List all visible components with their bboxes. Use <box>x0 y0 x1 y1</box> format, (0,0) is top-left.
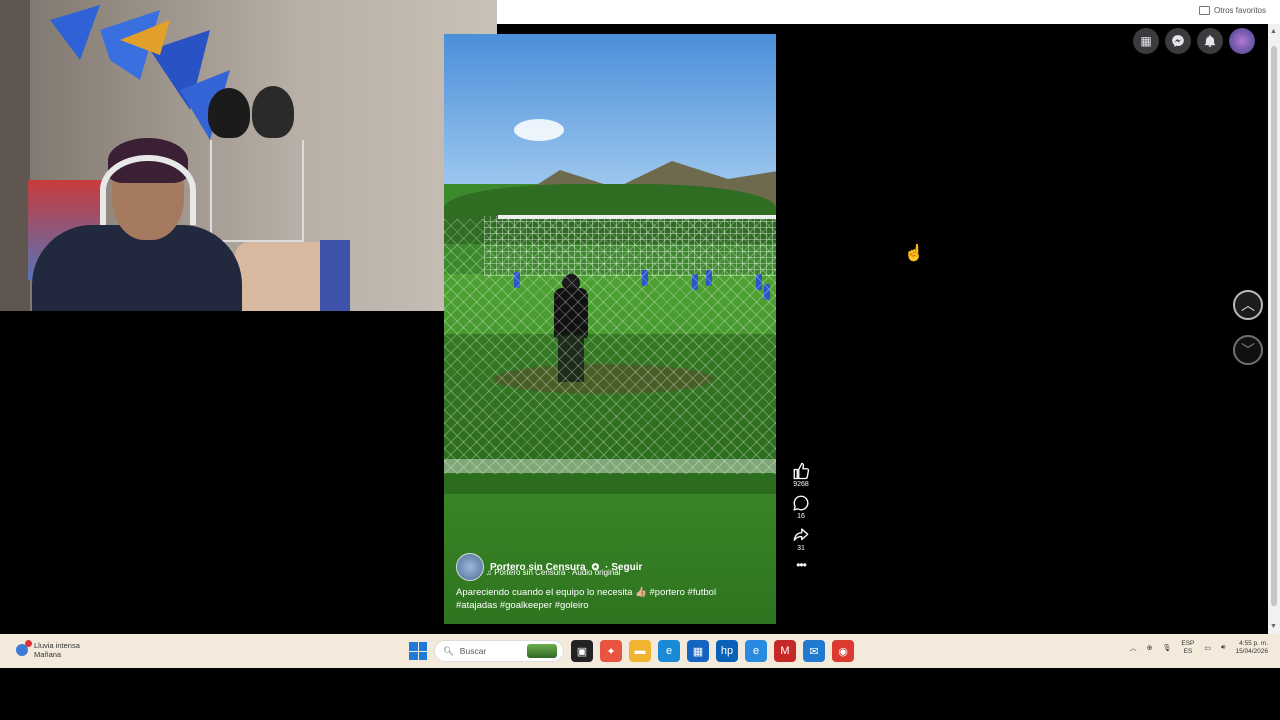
weather-condition: Lluvia intensa <box>34 641 80 650</box>
webcam-helmet-right <box>252 86 294 138</box>
file-explorer-icon[interactable]: ▬ <box>629 640 651 662</box>
taskbar-search[interactable]: 🔍︎ Buscar <box>434 640 564 662</box>
letterbox-bottom <box>0 668 1280 720</box>
share-icon <box>793 528 809 541</box>
display-icon[interactable]: ▭ <box>1204 644 1211 652</box>
keyboard-region: ES <box>1183 648 1193 655</box>
comment-count: 16 <box>797 513 805 520</box>
microphone-icon[interactable]: 🎙︎ <box>1163 644 1172 652</box>
reel-actions: 9268 16 31 ••• <box>786 462 816 572</box>
post-caption: Apareciendo cuando el equipo lo necesita… <box>456 587 717 611</box>
clock-time: 4:55 p. m. <box>1239 640 1268 647</box>
like-button[interactable]: 9268 <box>786 462 816 488</box>
like-icon <box>793 462 810 480</box>
other-favorites-label: Otros favoritos <box>1213 6 1266 15</box>
webcam-chair-side <box>320 240 350 311</box>
comment-button[interactable]: 16 <box>786 494 816 520</box>
chevron-down-icon: ﹀ <box>1241 342 1255 358</box>
other-favorites-link[interactable]: Otros favoritos <box>1198 6 1266 15</box>
creator-avatar[interactable] <box>456 553 484 581</box>
weather-widget[interactable]: Lluvia intensa Mañana <box>16 640 80 659</box>
windows-taskbar: Lluvia intensa Mañana 🔍︎ Buscar ▣ ✦ ▬ e … <box>0 634 1280 668</box>
messenger-icon[interactable] <box>1165 28 1191 54</box>
clock-date: 15/04/2026 <box>1235 648 1268 655</box>
profile-avatar[interactable] <box>1229 28 1255 54</box>
webcam-shelf <box>210 140 304 242</box>
hp-icon[interactable]: hp <box>716 640 738 662</box>
language-indicator[interactable]: ESP ES <box>1181 640 1194 656</box>
share-button[interactable]: 31 <box>786 526 816 552</box>
audio-label[interactable]: ♫ Portero sin Censura · Audio original <box>486 568 621 577</box>
share-count: 31 <box>797 545 805 552</box>
clock[interactable]: 4:55 p. m. 15/04/2026 <box>1235 640 1268 656</box>
previous-reel-button[interactable]: ︿ <box>1233 290 1263 320</box>
scroll-down-arrow-icon[interactable]: ▼ <box>1270 623 1277 630</box>
network-icon[interactable]: ⊕ <box>1147 644 1153 652</box>
scroll-thumb[interactable] <box>1271 46 1277 606</box>
chevron-up-icon: ︿ <box>1241 297 1255 313</box>
language-code: ESP <box>1181 640 1195 647</box>
webcam-helmet-left <box>208 88 250 138</box>
video-goal-net <box>444 219 776 474</box>
search-placeholder: Buscar <box>459 646 487 656</box>
scroll-up-arrow-icon[interactable]: ▲ <box>1270 28 1277 35</box>
search-icon: 🔍︎ <box>443 645 454 656</box>
weather-day: Mañana <box>34 650 62 659</box>
mail-icon[interactable]: ✉ <box>803 640 825 662</box>
chrome-icon[interactable]: ◉ <box>832 640 854 662</box>
grid-icon[interactable]: ▦ <box>1133 28 1159 54</box>
more-options-button[interactable]: ••• <box>786 558 816 572</box>
page-scrollbar[interactable]: ▲ ▼ <box>1268 24 1280 634</box>
reel-video[interactable] <box>444 34 776 624</box>
task-view-icon[interactable]: ▣ <box>571 640 593 662</box>
header-icons: ▦ <box>1133 28 1255 54</box>
windows-icon[interactable] <box>409 642 427 660</box>
hand-cursor-icon: ☝ <box>904 245 924 262</box>
folder-icon <box>1198 6 1210 15</box>
video-sky <box>444 34 776 184</box>
system-tray: ︿ ⊕ 🎙︎ ESP ES ▭ 🔊︎ 4:55 p. m. 15/04/2026 <box>1130 640 1268 656</box>
headset-icon <box>100 155 196 225</box>
browser-bookmarks-bar: Otros favoritos <box>497 0 1280 24</box>
video-cloud <box>514 119 564 141</box>
mcafee-icon[interactable]: M <box>774 640 796 662</box>
copilot-icon[interactable]: ✦ <box>600 640 622 662</box>
webcam-door <box>0 0 30 311</box>
bell-icon[interactable] <box>1197 28 1223 54</box>
webcam-overlay <box>0 0 497 311</box>
store-icon[interactable]: ▦ <box>687 640 709 662</box>
search-highlight-image <box>527 644 557 658</box>
edge-dev-icon[interactable]: e <box>745 640 767 662</box>
next-reel-button[interactable]: ﹀ <box>1233 335 1263 365</box>
weather-icon <box>16 640 32 656</box>
video-net-bottom <box>444 459 776 473</box>
volume-icon[interactable]: 🔊︎ <box>1221 644 1225 652</box>
chevron-up-icon[interactable]: ︿ <box>1130 643 1137 653</box>
taskbar-apps: 🔍︎ Buscar ▣ ✦ ▬ e ▦ hp e M ✉ ◉ <box>409 640 854 662</box>
video-crossbar <box>498 215 776 219</box>
edge-browser-icon[interactable]: e <box>658 640 680 662</box>
comment-icon <box>793 495 809 511</box>
like-count: 9268 <box>793 481 809 488</box>
